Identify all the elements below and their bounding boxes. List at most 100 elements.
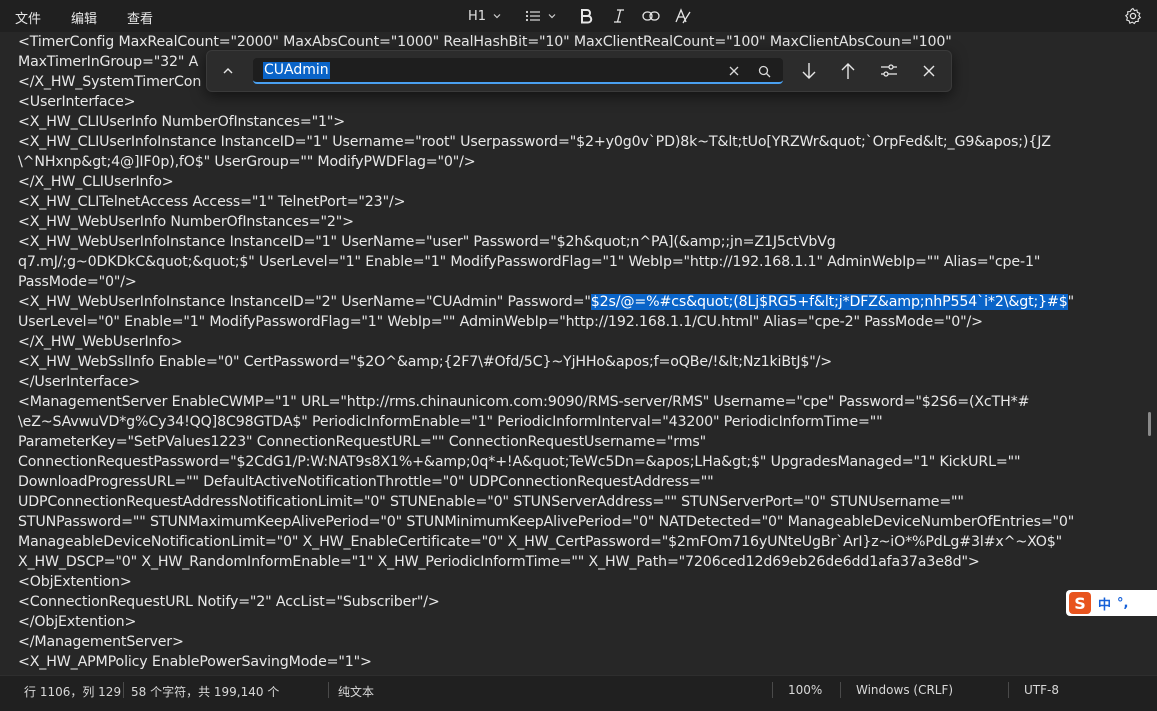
editor-line: </X_HW_WebUserInfo> — [18, 332, 183, 352]
editor-line: DownloadProgressURL="" DefaultActiveNoti… — [18, 472, 714, 492]
editor-line: q7.mJ/;g~0DKDkC&quot;&quot;$" UserLevel=… — [18, 252, 1040, 272]
line-text: </X_HW_SystemTimerCon — [18, 74, 202, 90]
chevron-down-icon — [492, 11, 502, 21]
line-text: <X_HW_CLITelnetAccess Access="1" TelnetP… — [18, 194, 406, 210]
editor-line: UserLevel="0" Enable="1" ModifyPasswordF… — [18, 312, 983, 332]
menu-edit[interactable]: 编辑 — [71, 8, 97, 27]
line-text: </UserInterface> — [18, 374, 141, 390]
editor-line: <X_HW_WebUserInfoInstance InstanceID="2"… — [18, 292, 1074, 312]
editor-line: PassMode="0"/> — [18, 272, 137, 292]
editor-line: ConnectionRequestPassword="$2CdG1/P:W:NA… — [18, 452, 1020, 472]
editor-line: <X_HW_WebUserInfo NumberOfInstances="2"> — [18, 212, 354, 232]
menu-file[interactable]: 文件 — [15, 8, 41, 27]
editor-line: UDPConnectionRequestAddressNotificationL… — [18, 492, 964, 512]
text-format[interactable]: 纯文本 — [338, 683, 374, 700]
editor-line: <ObjExtention> — [18, 572, 132, 592]
zoom-level[interactable]: 100% — [788, 683, 822, 697]
settings-button[interactable] — [1124, 6, 1142, 26]
editor-line: \eZ~SAvwuVD*g%Cy34!QQ]8C98GTDA$" Periodi… — [18, 412, 883, 432]
editor-line: </X_HW_SystemTimerCon — [18, 72, 201, 92]
editor-line: <X_HW_CLITelnetAccess Access="1" TelnetP… — [18, 192, 405, 212]
encoding[interactable]: UTF-8 — [1024, 683, 1059, 697]
status-divider — [772, 682, 773, 698]
line-text: ParameterKey="SetPValues1223" Connection… — [18, 434, 707, 450]
chevron-down-icon — [547, 11, 557, 21]
heading-dropdown[interactable]: H1 — [468, 6, 502, 26]
line-text: </ManagementServer> — [18, 634, 184, 650]
editor-line: <ManagementServer EnableCWMP="1" URL="ht… — [18, 392, 1029, 412]
line-text: <UserInterface> — [18, 94, 136, 110]
editor-line: STUNPassword="" STUNMaximumKeepAlivePeri… — [18, 512, 1074, 532]
link-icon — [642, 10, 660, 22]
menu-view[interactable]: 查看 — [127, 8, 153, 27]
line-text: <X_HW_CLIUserInfoInstance InstanceID="1"… — [18, 134, 1051, 150]
link-button[interactable] — [642, 6, 660, 26]
editor-line: </X_HW_CLIUserInfo> — [18, 172, 174, 192]
editor-line: <X_HW_WebUserInfoInstance InstanceID="1"… — [18, 232, 836, 252]
line-text: X_HW_DSCP="0" X_HW_RandomInformEnable="1… — [18, 554, 980, 570]
line-text: STUNPassword="" STUNMaximumKeepAlivePeri… — [18, 514, 1075, 530]
collapse-chevron-icon[interactable] — [217, 60, 239, 82]
line-text: </X_HW_WebUserInfo> — [18, 334, 183, 350]
list-dropdown[interactable] — [525, 6, 557, 26]
italic-button[interactable] — [612, 6, 626, 26]
line-text: <X_HW_WebUserInfo NumberOfInstances="2"> — [18, 214, 354, 230]
status-divider — [840, 682, 841, 698]
find-input[interactable]: CUAdmin — [253, 58, 783, 84]
find-options-icon[interactable] — [878, 60, 900, 82]
status-bar: 行 1106，列 129 58 个字符，共 199,140 个 纯文本 100%… — [0, 675, 1157, 703]
line-text: <TimerConfig MaxRealCount="2000" MaxAbsC… — [18, 34, 952, 50]
cursor-position[interactable]: 行 1106，列 129 — [24, 683, 121, 700]
line-text: ConnectionRequestPassword="$2CdG1/P:W:NA… — [18, 454, 1021, 470]
editor-line: <X_HW_APMPolicy EnablePowerSavingMode="1… — [18, 652, 372, 672]
editor-line: <X_HW_CLIUserInfo NumberOfInstances="1"> — [18, 112, 345, 132]
line-text: </X_HW_CLIUserInfo> — [18, 174, 174, 190]
line-text: <ObjExtention> — [18, 574, 132, 590]
line-text: MaxTimerInGroup="32" A — [18, 54, 199, 70]
find-panel: CUAdmin — [206, 50, 952, 92]
line-text: <X_HW_WebUserInfoInstance InstanceID="1"… — [18, 234, 836, 250]
editor-line: <X_HW_WebSslInfo Enable="0" CertPassword… — [18, 352, 832, 372]
ime-logo: S — [1069, 592, 1091, 614]
line-text: <X_HW_APMPolicy EnablePowerSavingMode="1… — [18, 654, 372, 670]
editor-line: </ObjExtention> — [18, 612, 136, 632]
next-match-icon[interactable] — [798, 60, 820, 82]
editor-line: ParameterKey="SetPValues1223" Connection… — [18, 432, 706, 452]
line-text: ManageableDeviceNotificationLimit="0" X_… — [18, 534, 1063, 550]
line-text: <X_HW_CLIUserInfo NumberOfInstances="1"> — [18, 114, 345, 130]
line-text: q7.mJ/;g~0DKDkC&quot;&quot;$" UserLevel=… — [18, 254, 1041, 270]
editor-line: \^NHxnp&gt;4@]IF0p),fO$" UserGroup="" Mo… — [18, 152, 476, 172]
ime-mode: 中 — [1098, 597, 1112, 613]
ime-indicator[interactable]: S 中 °, — [1066, 590, 1157, 616]
close-icon[interactable] — [918, 60, 940, 82]
bold-button[interactable] — [579, 6, 593, 26]
list-icon — [525, 9, 541, 23]
search-icon[interactable] — [753, 60, 775, 82]
editor-line: <UserInterface> — [18, 92, 136, 112]
line-ending[interactable]: Windows (CRLF) — [856, 683, 953, 697]
editor-line: MaxTimerInGroup="32" A — [18, 52, 198, 72]
line-text: UDPConnectionRequestAddressNotificationL… — [18, 494, 964, 510]
settings-icon — [1124, 7, 1142, 25]
clear-format-button[interactable] — [674, 6, 692, 26]
line-text: PassMode="0"/> — [18, 274, 137, 290]
line-text: \^NHxnp&gt;4@]IF0p),fO$" UserGroup="" Mo… — [18, 154, 476, 170]
line-text: <X_HW_WebUserInfoInstance InstanceID="2"… — [18, 294, 591, 310]
editor-line: <X_HW_CLIUserInfoInstance InstanceID="1"… — [18, 132, 1051, 152]
vertical-scrollbar-thumb[interactable] — [1148, 412, 1151, 436]
character-count[interactable]: 58 个字符，共 199,140 个 — [131, 683, 279, 700]
line-text: UserLevel="0" Enable="1" ModifyPasswordF… — [18, 314, 983, 330]
title-toolbar: 文件 编辑 查看 H1 — [0, 0, 1157, 32]
window-bottom-edge — [0, 703, 1157, 711]
clear-icon[interactable] — [723, 60, 745, 82]
line-text: <ManagementServer EnableCWMP="1" URL="ht… — [18, 394, 1030, 410]
editor-line: </UserInterface> — [18, 372, 140, 392]
clear-format-icon — [674, 8, 692, 24]
bold-icon — [579, 8, 593, 24]
status-divider — [328, 682, 329, 698]
find-query-text: CUAdmin — [263, 62, 330, 79]
previous-match-icon[interactable] — [837, 60, 859, 82]
line-text: <X_HW_WebSslInfo Enable="0" CertPassword… — [18, 354, 832, 370]
text-editor[interactable]: <TimerConfig MaxRealCount="2000" MaxAbsC… — [0, 32, 1157, 675]
italic-icon — [612, 8, 626, 24]
